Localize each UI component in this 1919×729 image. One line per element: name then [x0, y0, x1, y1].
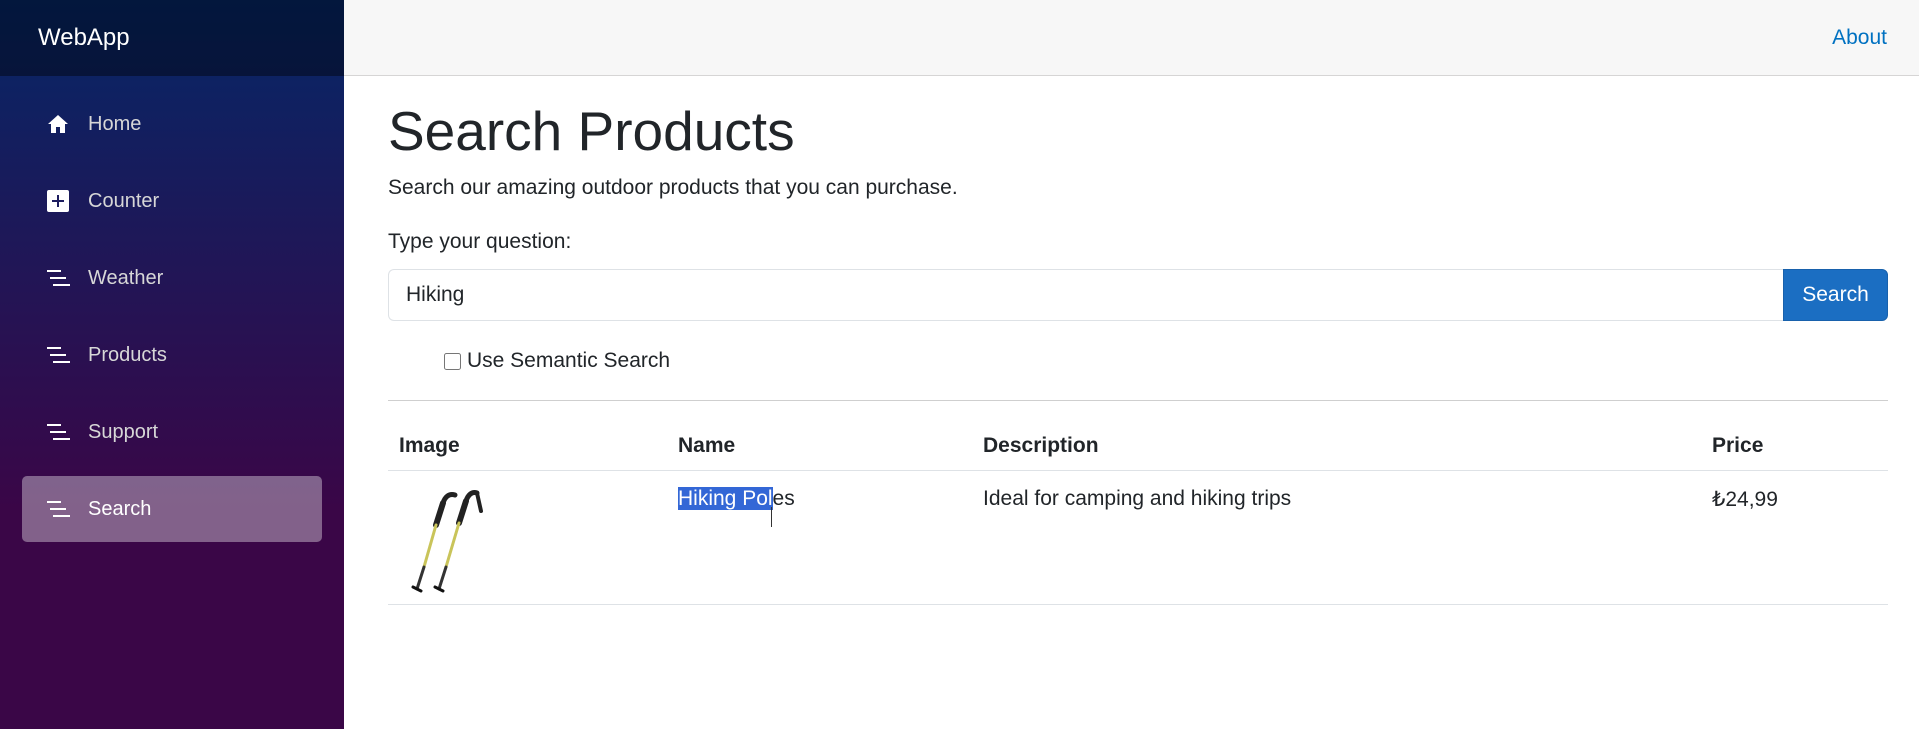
- column-header-image: Image: [388, 426, 667, 471]
- table-header-row: Image Name Description Price: [388, 426, 1888, 471]
- home-icon: [44, 110, 72, 138]
- pole-left: [411, 492, 458, 593]
- sidebar-nav: Home Counter Weather Products Support Se…: [0, 76, 344, 542]
- selected-text: Hiking Pol: [678, 487, 773, 510]
- list-icon: [44, 341, 72, 369]
- plus-square-icon: [44, 187, 72, 215]
- divider: [388, 400, 1888, 401]
- column-header-description: Description: [972, 426, 1701, 471]
- table-row: Hiking Poles Ideal for camping and hikin…: [388, 470, 1888, 605]
- search-button[interactable]: Search: [1783, 269, 1888, 321]
- product-name-rest: es: [772, 487, 795, 510]
- sidebar-item-search[interactable]: Search: [22, 476, 322, 542]
- product-image-cell: [388, 470, 667, 605]
- column-header-name: Name: [667, 426, 972, 471]
- sidebar-item-products[interactable]: Products: [22, 322, 322, 388]
- semantic-search-option[interactable]: Use Semantic Search: [444, 349, 1888, 373]
- sidebar-item-counter[interactable]: Counter: [22, 168, 322, 234]
- sidebar: WebApp Home Counter Weather Products Sup…: [0, 0, 344, 729]
- sidebar-item-label: Counter: [88, 189, 160, 212]
- product-name-cell[interactable]: Hiking Poles: [667, 470, 972, 605]
- sidebar-item-label: Weather: [88, 266, 164, 289]
- brand-bar: WebApp: [0, 0, 344, 76]
- list-icon: [44, 495, 72, 523]
- sidebar-item-label: Support: [88, 420, 159, 443]
- hiking-poles-image: [411, 490, 483, 593]
- column-header-price: Price: [1701, 426, 1888, 471]
- sidebar-item-support[interactable]: Support: [22, 399, 322, 465]
- sidebar-item-label: Search: [88, 497, 152, 520]
- page-subtitle: Search our amazing outdoor products that…: [388, 176, 958, 199]
- sidebar-item-label: Products: [88, 343, 167, 366]
- about-link[interactable]: About: [1832, 26, 1887, 50]
- main-area: About Search Products Search our amazing…: [344, 0, 1919, 729]
- brand-name[interactable]: WebApp: [38, 24, 130, 52]
- sidebar-item-label: Home: [88, 112, 142, 135]
- search-input[interactable]: [388, 269, 1783, 321]
- semantic-search-label: Use Semantic Search: [467, 349, 671, 372]
- top-row: About: [344, 0, 1919, 76]
- content: Search Products Search our amazing outdo…: [344, 76, 1919, 605]
- search-group: Search: [388, 269, 1888, 321]
- product-description-cell: Ideal for camping and hiking trips: [972, 470, 1701, 605]
- product-price-cell: ₺24,99: [1701, 470, 1888, 605]
- sidebar-item-weather[interactable]: Weather: [22, 245, 322, 311]
- semantic-search-checkbox[interactable]: [444, 352, 461, 370]
- page-title: Search Products: [388, 100, 795, 162]
- question-label: Type your question:: [388, 230, 572, 253]
- list-icon: [44, 264, 72, 292]
- results-table: Image Name Description Price Hiking Pole…: [388, 426, 1888, 605]
- sidebar-item-home[interactable]: Home: [22, 91, 322, 157]
- list-icon: [44, 418, 72, 446]
